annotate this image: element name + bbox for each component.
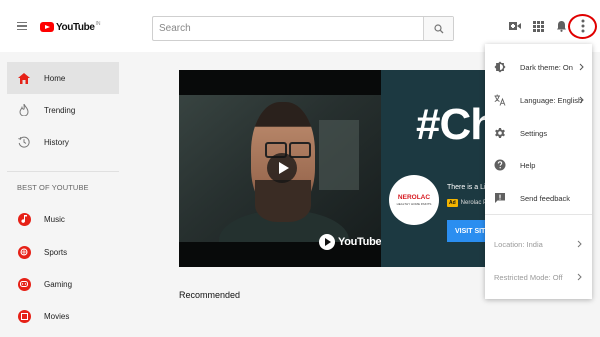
highlight-circle bbox=[568, 14, 597, 39]
menu-item-settings[interactable]: Settings bbox=[485, 120, 592, 146]
menu-item-label: Settings bbox=[520, 128, 548, 138]
menu-item-send-feedback[interactable]: Send feedback bbox=[485, 185, 592, 211]
sidebar-item-movies[interactable]: Movies bbox=[7, 300, 119, 332]
chevron-right-icon bbox=[578, 96, 584, 104]
menu-item-label: Location: India bbox=[494, 239, 543, 249]
sidebar-item-label: Music bbox=[44, 214, 65, 224]
chevron-right-icon bbox=[576, 273, 582, 281]
home-icon bbox=[17, 71, 31, 85]
masthead-ad-banner[interactable]: YouTube #Cha NEROLAC HEALTHY HOME PAINTS… bbox=[179, 70, 499, 267]
hamburger-icon[interactable] bbox=[17, 22, 27, 30]
settings-menu: Dark theme: On Language: English Setting… bbox=[485, 44, 592, 299]
advertiser-logo[interactable]: NEROLAC HEALTHY HOME PAINTS bbox=[389, 175, 439, 225]
sidebar-item-label: Trending bbox=[44, 105, 76, 115]
sidebar-item-home[interactable]: Home bbox=[7, 62, 119, 94]
sidebar-item-label: Sports bbox=[44, 247, 68, 257]
menu-item-help[interactable]: Help bbox=[485, 152, 592, 178]
sidebar-item-gaming[interactable]: Gaming bbox=[7, 268, 119, 300]
menu-item-label: Restricted Mode: Off bbox=[494, 272, 563, 282]
menu-item-label: Help bbox=[520, 160, 536, 170]
sidebar-item-label: History bbox=[44, 137, 69, 147]
video-background-window bbox=[319, 120, 359, 190]
sidebar-item-label: Movies bbox=[44, 311, 70, 321]
sidebar-item-sports[interactable]: Sports bbox=[7, 236, 119, 268]
menu-item-label: Send feedback bbox=[520, 193, 571, 203]
search-box bbox=[152, 16, 454, 41]
menu-item-label: Dark theme: On bbox=[520, 62, 573, 72]
play-button[interactable] bbox=[267, 153, 297, 183]
sidebar-divider bbox=[7, 171, 119, 172]
history-icon bbox=[17, 135, 31, 149]
language-icon bbox=[494, 94, 506, 106]
sidebar-item-music[interactable]: Music bbox=[7, 203, 119, 235]
video-person-glasses bbox=[265, 142, 311, 158]
sidebar-item-history[interactable]: History bbox=[7, 126, 119, 158]
menu-item-dark-theme[interactable]: Dark theme: On bbox=[485, 54, 592, 80]
create-video-icon[interactable] bbox=[509, 20, 521, 32]
youtube-watermark: YouTube bbox=[319, 234, 381, 250]
ad-title: There is a Lit bbox=[447, 184, 488, 191]
movies-icon bbox=[17, 309, 31, 323]
menu-item-language[interactable]: Language: English bbox=[485, 87, 592, 113]
youtube-logo[interactable]: YouTube IN bbox=[40, 19, 101, 35]
sidebar-item-label: Gaming bbox=[44, 279, 73, 289]
sidebar: Home Trending History BEST OF YOUTUBE Mu… bbox=[0, 52, 125, 337]
settings-icon bbox=[494, 127, 506, 139]
notifications-icon[interactable] bbox=[555, 20, 567, 32]
chevron-right-icon bbox=[576, 240, 582, 248]
ad-info-panel: #Cha NEROLAC HEALTHY HOME PAINTS There i… bbox=[381, 70, 499, 267]
help-icon bbox=[494, 159, 506, 171]
menu-item-label: Language: English bbox=[520, 95, 583, 105]
sidebar-item-trending[interactable]: Trending bbox=[7, 94, 119, 126]
logo-region: IN bbox=[95, 21, 101, 27]
search-icon bbox=[433, 23, 443, 33]
menu-item-restricted-mode[interactable]: Restricted Mode: Off bbox=[485, 264, 592, 290]
watermark-text: YouTube bbox=[338, 236, 381, 248]
section-heading-recommended: Recommended bbox=[179, 290, 241, 300]
search-input[interactable] bbox=[153, 17, 423, 40]
youtube-play-icon bbox=[40, 22, 54, 32]
menu-item-location[interactable]: Location: India bbox=[485, 231, 592, 257]
sports-icon bbox=[17, 245, 31, 259]
ad-badge: Ad bbox=[447, 199, 458, 207]
chevron-right-icon bbox=[578, 63, 584, 71]
brand-tagline: HEALTHY HOME PAINTS bbox=[396, 202, 432, 206]
sidebar-item-label: Home bbox=[44, 73, 66, 83]
brand-name: NEROLAC bbox=[397, 194, 431, 201]
gaming-icon bbox=[17, 277, 31, 291]
search-button[interactable] bbox=[423, 17, 453, 40]
menu-divider bbox=[485, 214, 592, 215]
feedback-icon bbox=[494, 192, 506, 204]
sidebar-section-title: BEST OF YOUTUBE bbox=[17, 183, 89, 192]
music-icon bbox=[17, 212, 31, 226]
ad-video-player[interactable]: YouTube bbox=[179, 70, 381, 267]
apps-icon[interactable] bbox=[532, 20, 544, 32]
ad-meta: Ad Nerolac P bbox=[447, 199, 487, 207]
ad-advertiser: Nerolac P bbox=[460, 200, 488, 206]
logo-text: YouTube bbox=[56, 21, 95, 33]
watermark-play-icon bbox=[319, 234, 335, 250]
video-person-beard bbox=[255, 180, 311, 222]
dark-theme-icon bbox=[494, 61, 506, 73]
trending-icon bbox=[17, 103, 31, 117]
letterbox-top bbox=[179, 70, 381, 95]
